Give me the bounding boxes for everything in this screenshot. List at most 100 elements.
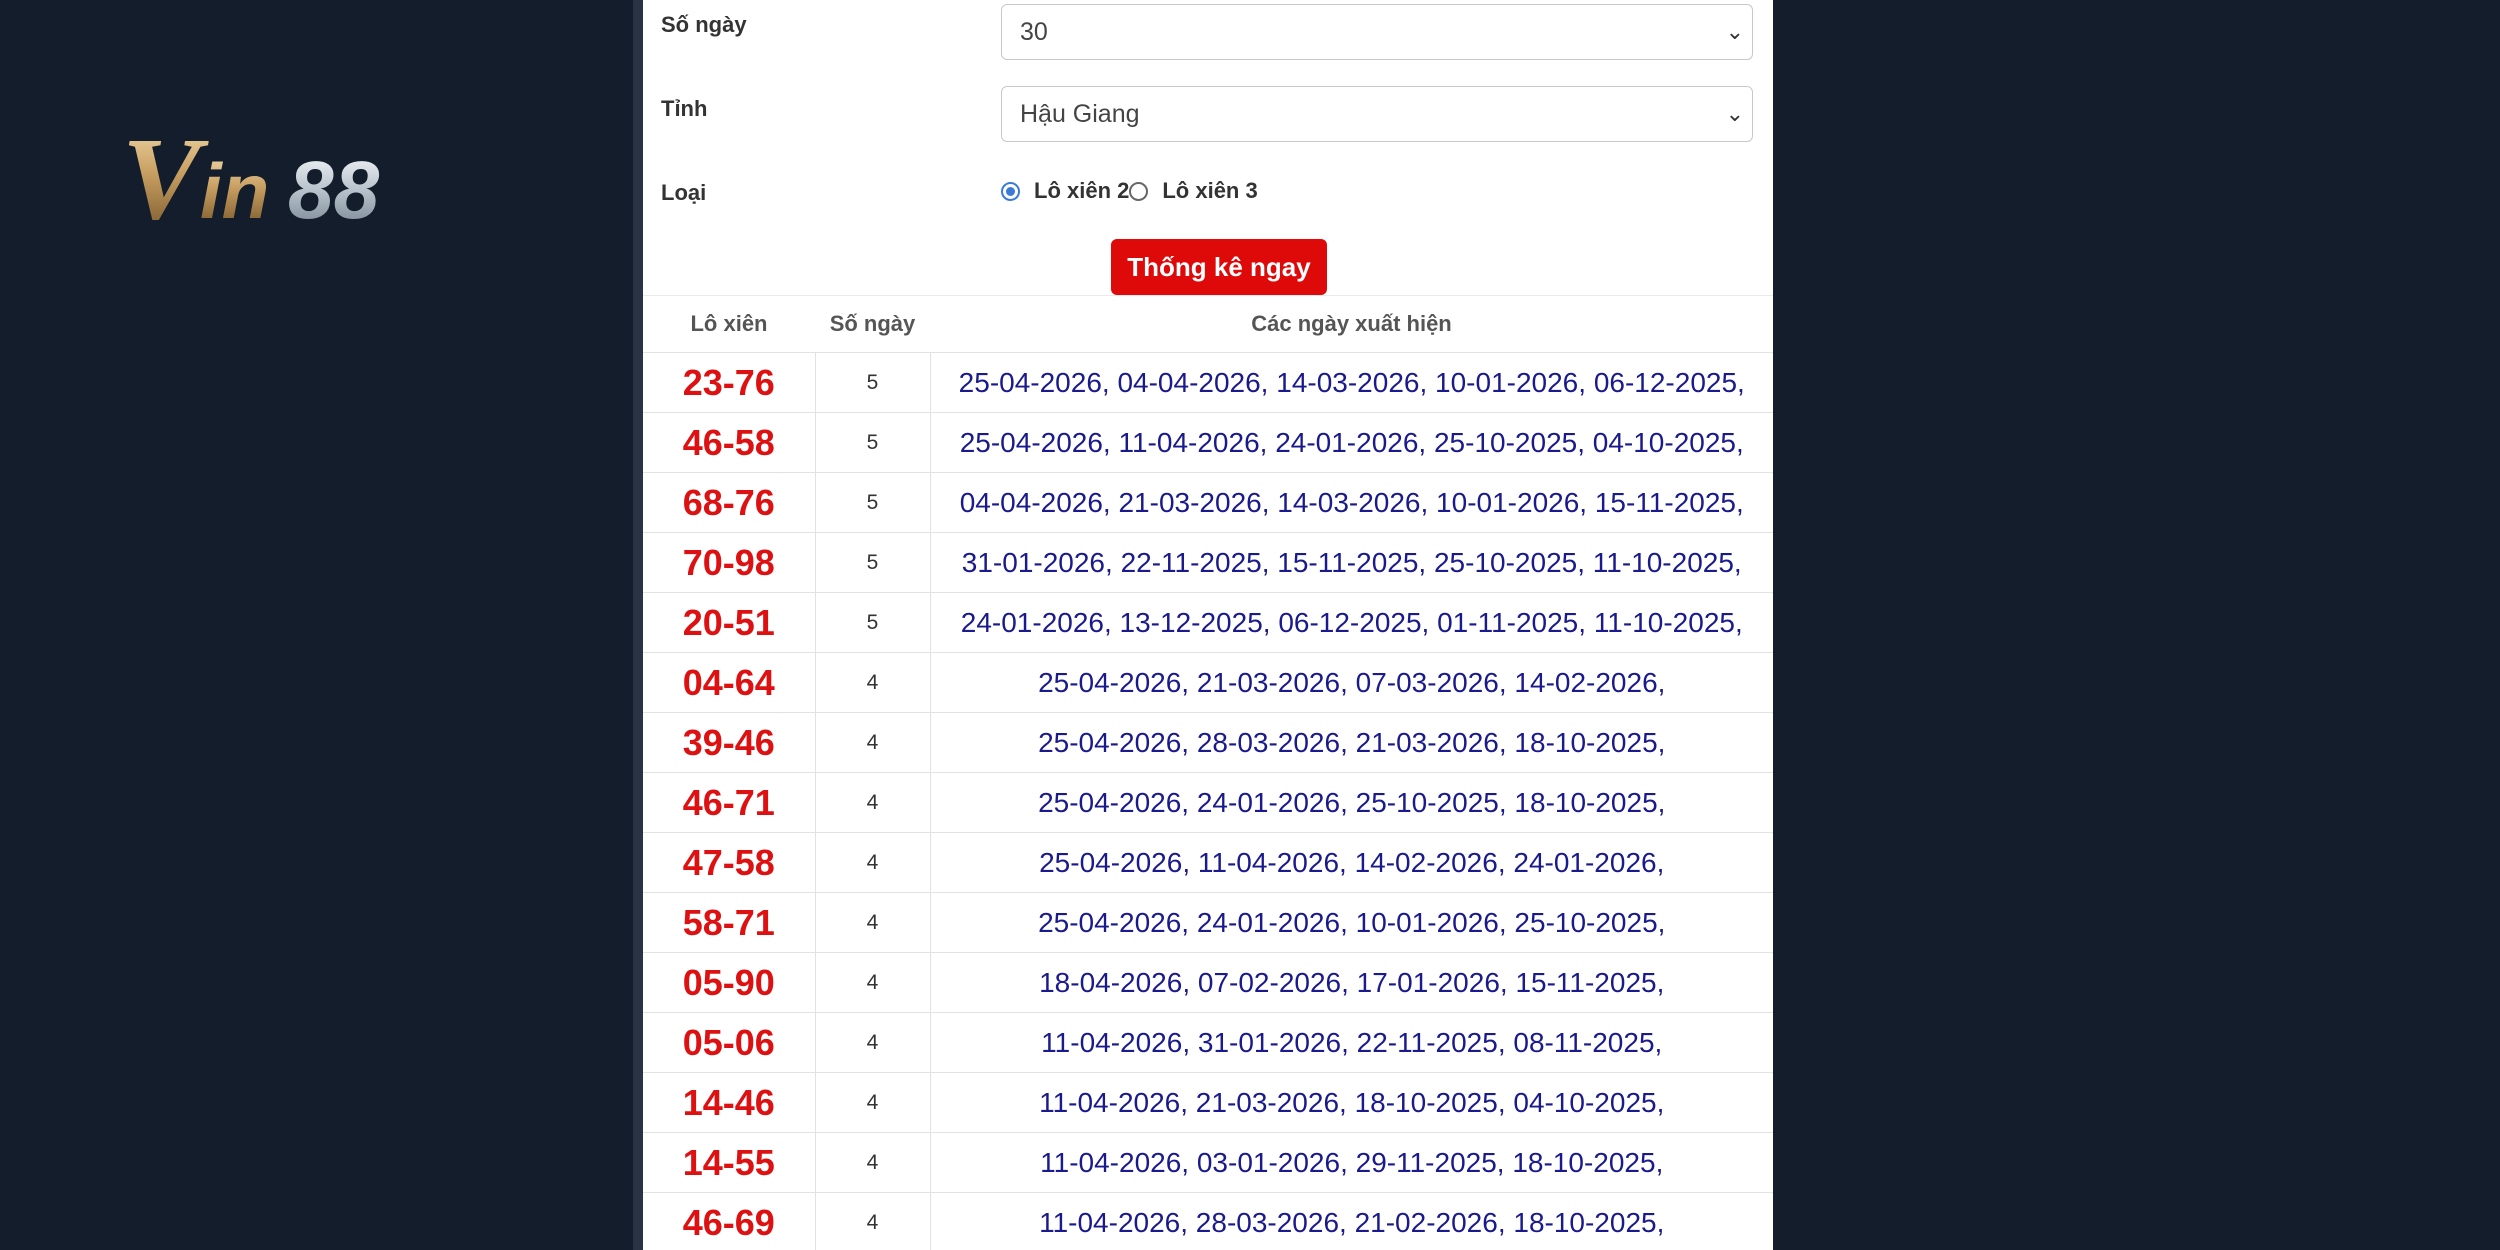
appearance-dates-cell: 24-01-2026, 13-12-2025, 06-12-2025, 01-1… [930,592,1773,653]
radio-lo-xien-2-label[interactable]: Lô xiên 2 [1034,178,1129,204]
appearance-dates-cell: 11-04-2026, 03-01-2026, 29-11-2025, 18-1… [930,1132,1773,1193]
lo-xien-pair: 46-58 [682,421,775,463]
table-row: 70-98 5 31-01-2026, 22-11-2025, 15-11-2025… [643,532,1773,593]
appearance-dates: 25-04-2026, 24-01-2026, 25-10-2025, 18-1… [1038,786,1666,818]
lo-xien-pair: 46-69 [682,1201,775,1243]
day-count: 4 [866,1030,879,1054]
type-label: Loại [661,180,707,205]
day-count: 4 [866,1090,879,1114]
appearance-dates-cell: 25-04-2026, 24-01-2026, 25-10-2025, 18-1… [930,772,1773,833]
table-row: 05-90 4 18-04-2026, 07-02-2026, 17-01-2026… [643,952,1773,1013]
day-count-cell: 5 [815,472,931,533]
appearance-dates: 25-04-2026, 24-01-2026, 10-01-2026, 25-1… [1038,906,1666,938]
appearance-dates: 24-01-2026, 13-12-2025, 06-12-2025, 01-1… [960,606,1743,638]
appearance-dates-cell: 25-04-2026, 04-04-2026, 14-03-2026, 10-0… [930,352,1773,413]
lo-xien-pair: 05-90 [682,961,775,1003]
appearance-dates: 31-01-2026, 22-11-2025, 15-11-2025, 25-1… [961,546,1742,578]
appearance-dates-cell: 11-04-2026, 31-01-2026, 22-11-2025, 08-1… [930,1012,1773,1073]
day-count-cell: 5 [815,412,931,473]
lo-xien-pair-cell: 04-64 [643,652,816,713]
chevron-down-icon: ⌄ [1725,101,1744,126]
lo-xien-pair-cell: 05-06 [643,1012,816,1073]
lo-xien-pair: 58-71 [682,901,775,943]
table-row: 20-51 5 24-01-2026, 13-12-2025, 06-12-2025… [643,592,1773,653]
day-count-cell: 4 [815,1132,931,1193]
appearance-dates-cell: 25-04-2026, 11-04-2026, 14-02-2026, 24-0… [930,832,1773,893]
appearance-dates: 25-04-2026, 11-04-2026, 24-01-2026, 25-1… [959,426,1744,458]
day-count-cell: 5 [815,352,931,413]
appearance-dates: 11-04-2026, 28-03-2026, 21-02-2026, 18-1… [1039,1206,1665,1238]
appearance-dates-cell: 11-04-2026, 28-03-2026, 21-02-2026, 18-1… [930,1192,1773,1250]
statistics-panel: Số ngày 30 ⌄ Tỉnh Hậu Giang ⌄ Loại Lô xi… [633,0,1773,1250]
appearance-dates: 11-04-2026, 21-03-2026, 18-10-2025, 04-1… [1039,1086,1665,1118]
vin88-logo: V in 88 [122,118,482,230]
results-body: 23-76 5 25-04-2026, 04-04-2026, 14-03-2026… [643,352,1773,1250]
days-label: Số ngày [661,12,747,37]
appearance-dates: 11-04-2026, 03-01-2026, 29-11-2025, 18-1… [1040,1146,1664,1178]
appearance-dates-cell: 25-04-2026, 11-04-2026, 24-01-2026, 25-1… [930,412,1773,473]
day-count: 4 [866,790,879,814]
day-count-cell: 4 [815,652,931,713]
lo-xien-pair-cell: 14-55 [643,1132,816,1193]
day-count: 5 [866,370,879,394]
svg-text:88: 88 [288,145,380,230]
day-count: 4 [866,1210,879,1234]
appearance-dates-cell: 31-01-2026, 22-11-2025, 15-11-2025, 25-1… [930,532,1773,593]
day-count-cell: 4 [815,1012,931,1073]
submit-statistics-button[interactable]: Thống kê ngay [1111,239,1327,295]
appearance-dates-cell: 25-04-2026, 21-03-2026, 07-03-2026, 14-0… [930,652,1773,713]
day-count-cell: 4 [815,1072,931,1133]
lo-xien-pair: 05-06 [682,1021,775,1063]
table-row: 46-58 5 25-04-2026, 11-04-2026, 24-01-2026… [643,412,1773,473]
day-count-cell: 4 [815,712,931,773]
header-lo-xien: Lô xiên [643,295,815,353]
lo-xien-pair-cell: 20-51 [643,592,816,653]
table-row: 14-55 4 11-04-2026, 03-01-2026, 29-11-2025… [643,1132,1773,1193]
lo-xien-pair-cell: 47-58 [643,832,816,893]
table-row: 46-71 4 25-04-2026, 24-01-2026, 25-10-2025… [643,772,1773,833]
appearance-dates: 11-04-2026, 31-01-2026, 22-11-2025, 08-1… [1041,1026,1663,1058]
table-row: 68-76 5 04-04-2026, 21-03-2026, 14-03-2026… [643,472,1773,533]
appearance-dates: 18-04-2026, 07-02-2026, 17-01-2026, 15-1… [1039,966,1665,998]
day-count: 5 [866,490,879,514]
lo-xien-pair: 14-55 [682,1141,775,1183]
table-row: 46-69 4 11-04-2026, 28-03-2026, 21-02-2026… [643,1192,1773,1250]
lo-xien-pair: 39-46 [682,721,775,763]
appearance-dates-cell: 25-04-2026, 28-03-2026, 21-03-2026, 18-1… [930,712,1773,773]
day-count: 5 [866,610,879,634]
table-header-row: Lô xiên Số ngày Các ngày xuất hiện [643,295,1773,353]
appearance-dates-cell: 11-04-2026, 21-03-2026, 18-10-2025, 04-1… [930,1072,1773,1133]
days-select[interactable]: 30 ⌄ [1001,4,1753,60]
table-row: 04-64 4 25-04-2026, 21-03-2026, 07-03-2026… [643,652,1773,713]
day-count-cell: 4 [815,772,931,833]
day-count-cell: 5 [815,592,931,653]
lo-xien-pair: 23-76 [682,361,775,403]
days-select-value: 30 [1020,18,1048,46]
province-select-value: Hậu Giang [1020,100,1140,128]
lo-xien-pair: 47-58 [682,841,775,883]
appearance-dates: 04-04-2026, 21-03-2026, 14-03-2026, 10-0… [959,486,1744,518]
appearance-dates: 25-04-2026, 11-04-2026, 14-02-2026, 24-0… [1039,846,1665,878]
lo-xien-pair: 04-64 [682,661,775,703]
lo-xien-pair-cell: 70-98 [643,532,816,593]
lo-xien-pair: 20-51 [682,601,775,643]
lo-xien-pair-cell: 39-46 [643,712,816,773]
radio-lo-xien-2[interactable] [1001,181,1020,201]
lo-xien-pair-cell: 68-76 [643,472,816,533]
radio-lo-xien-3[interactable] [1129,181,1149,201]
header-so-ngay: Số ngày [815,295,930,353]
lo-xien-pair: 14-46 [682,1081,775,1123]
day-count-cell: 4 [815,892,931,953]
day-count: 5 [866,430,879,454]
appearance-dates-cell: 25-04-2026, 24-01-2026, 10-01-2026, 25-1… [930,892,1773,953]
chevron-down-icon: ⌄ [1725,19,1744,44]
province-select[interactable]: Hậu Giang ⌄ [1001,86,1753,142]
day-count-cell: 4 [815,1192,931,1250]
table-row: 05-06 4 11-04-2026, 31-01-2026, 22-11-2025… [643,1012,1773,1073]
lo-xien-pair-cell: 23-76 [643,352,816,413]
radio-lo-xien-3-label[interactable]: Lô xiên 3 [1162,178,1257,204]
day-count: 4 [866,730,879,754]
day-count-cell: 4 [815,952,931,1013]
lo-xien-pair-cell: 14-46 [643,1072,816,1133]
appearance-dates-cell: 04-04-2026, 21-03-2026, 14-03-2026, 10-0… [930,472,1773,533]
